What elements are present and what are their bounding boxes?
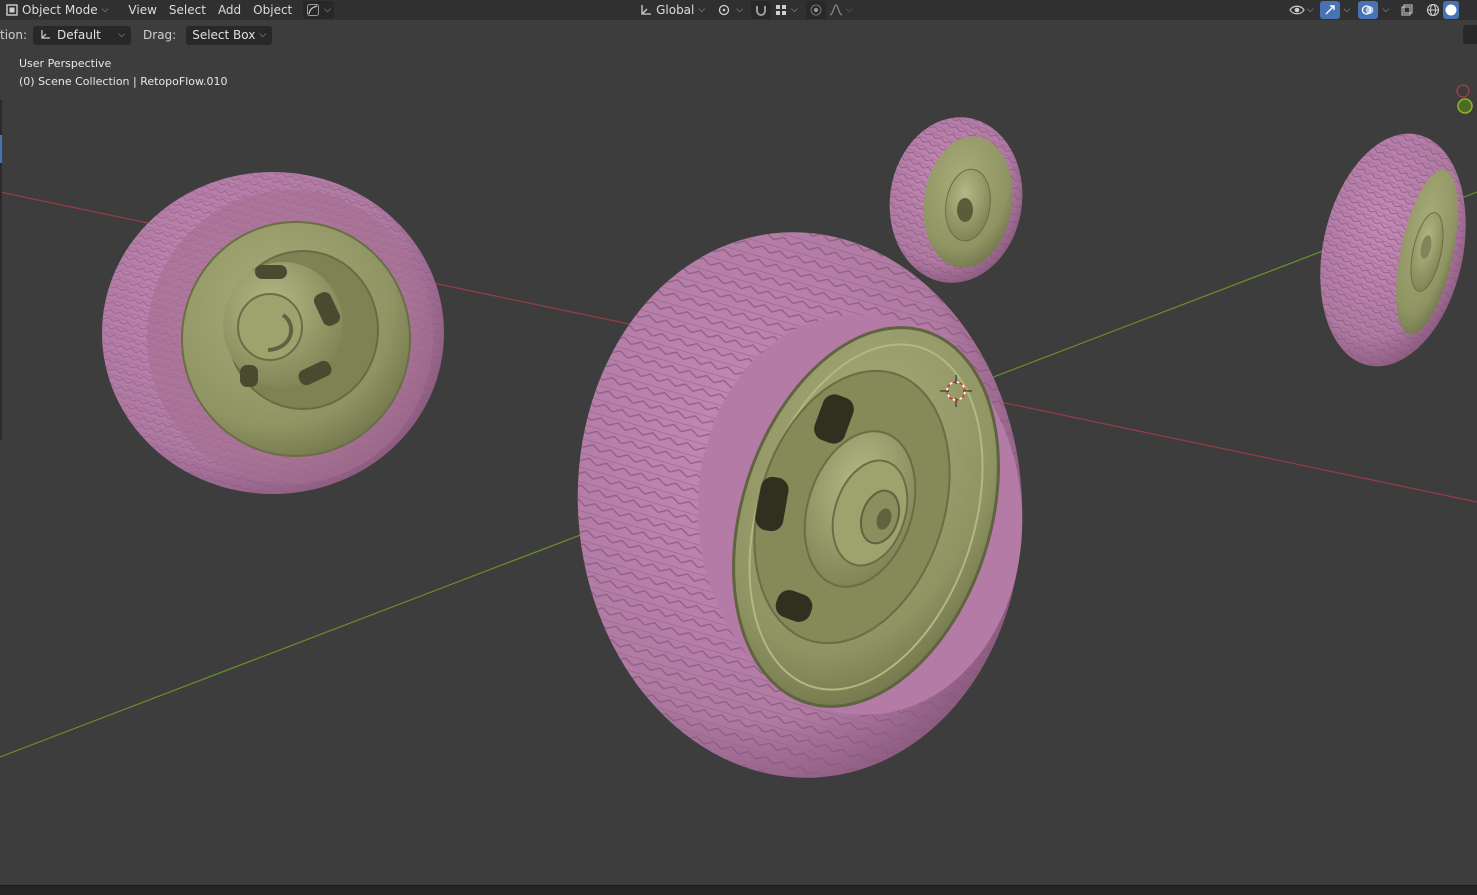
drag-dropdown[interactable]: Select Box ⌵ [186,25,273,45]
xray-icon[interactable] [1397,1,1417,19]
wheel-far-right[interactable] [1300,120,1477,380]
gizmo-x-handle[interactable] [1456,84,1470,98]
chevron-down-icon: ⌵ [324,5,332,15]
menu-select[interactable]: Select [164,1,211,19]
chevron-down-icon[interactable]: ⌵ [846,5,853,15]
chevron-down-icon: ⌵ [101,5,109,15]
collection-info: (0) Scene Collection | RetopoFlow.010 [19,75,228,88]
toolbar-edge-active[interactable] [0,135,2,163]
viewport-header: Object Mode ⌵ View Select Add Object ⌵ G… [0,0,1477,20]
orientation-label: tion: [0,28,28,42]
object-mode-icon[interactable] [2,1,22,19]
viewport-canvas[interactable] [0,47,1477,885]
curve-icon [307,4,320,16]
menu-object[interactable]: Object [248,1,297,19]
orientation-dropdown[interactable]: Default ⌵ [33,25,132,45]
chevron-down-icon: ⌵ [259,30,267,40]
transform-orientation-icon[interactable] [636,1,656,19]
3d-viewport[interactable] [0,47,1477,885]
wheel-back[interactable] [879,109,1033,292]
top-right-toggle[interactable] [1463,25,1477,44]
wheel-main[interactable] [559,217,1044,793]
chevron-down-icon[interactable]: ⌵ [736,5,743,15]
mode-label: Object Mode [22,3,98,17]
proportional-falloff-icon[interactable] [826,1,846,19]
drag-value: Select Box [192,28,256,42]
orientation-label: Global [656,3,695,17]
chevron-down-icon[interactable]: ⌵ [1344,5,1351,15]
gizmo-icon[interactable] [1319,1,1340,19]
snap-magnet-icon[interactable] [751,1,772,19]
mode-dropdown[interactable]: Object Mode ⌵ [22,1,113,19]
chevron-down-icon: ⌵ [698,5,706,15]
status-bar [0,885,1477,895]
chevron-down-icon[interactable]: ⌵ [1382,5,1389,15]
proportional-editing-icon[interactable] [805,1,826,19]
view-name: User Perspective [19,57,112,70]
menu-add[interactable]: Add [213,1,246,19]
chevron-down-icon[interactable]: ⌵ [791,5,798,15]
eye-icon[interactable] [1287,1,1307,19]
chevron-down-icon[interactable]: ⌵ [1307,5,1314,15]
gizmo-y-handle[interactable] [1457,98,1473,114]
transform-orientation-dropdown[interactable]: Global ⌵ [656,1,710,19]
drag-label: Drag: [143,28,177,42]
overlay-icon[interactable] [1358,1,1379,19]
pivot-point-icon[interactable] [716,1,736,19]
snap-target-icon[interactable] [771,1,791,19]
object-type-dropdown[interactable]: ⌵ [303,1,335,19]
wheel-left[interactable] [102,172,444,494]
transform-orientation-icon [41,30,51,39]
orientation-value: Default [57,28,101,42]
solid-shading-icon[interactable] [1443,1,1460,19]
chevron-down-icon: ⌵ [118,30,126,40]
tool-settings-bar: tion: Default ⌵ Drag: Select Box ⌵ [0,23,1477,47]
wireframe-shading-icon[interactable] [1423,1,1443,19]
menu-view[interactable]: View [123,1,161,19]
